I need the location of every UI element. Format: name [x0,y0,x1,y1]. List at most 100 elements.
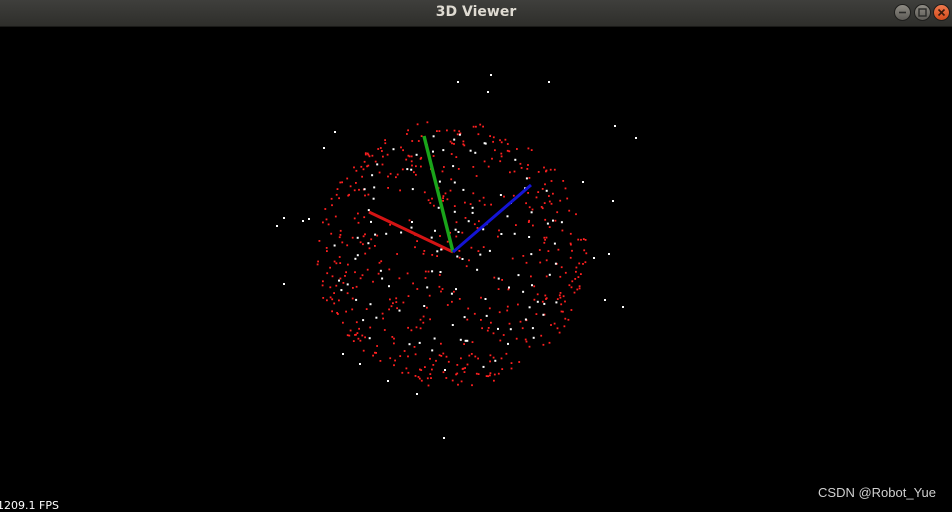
point [424,270,427,273]
point [445,355,448,358]
point [575,213,577,216]
minimize-button[interactable] [894,4,911,21]
point [556,211,559,214]
point [492,332,495,335]
point [584,261,587,264]
point [374,233,377,236]
point [356,332,359,334]
point [451,379,454,382]
point [456,364,459,366]
point [442,149,445,152]
point [498,229,500,232]
point [506,309,509,312]
point [276,225,278,227]
point [493,276,496,279]
point [455,235,458,238]
point [458,250,461,252]
point [324,208,327,210]
point [431,368,433,371]
point [360,165,363,168]
point [355,333,357,336]
point [345,271,347,274]
point [500,357,503,360]
point [433,204,435,207]
point [531,284,533,287]
point [358,327,360,330]
point [443,437,445,439]
point [584,239,587,241]
point [366,152,369,155]
point [461,368,464,370]
point [477,357,479,360]
point [410,155,413,158]
point [388,308,390,311]
point [524,318,527,321]
point [338,299,340,302]
point [505,352,508,355]
point [477,250,480,252]
point [608,253,610,255]
point [488,307,491,310]
point [548,195,550,197]
point [406,272,409,275]
point [365,308,368,310]
point [385,232,388,235]
point [283,283,285,285]
3d-viewport[interactable]: 1209.1 FPS CSDN @Robot_Yue [0,27,952,512]
point [351,308,354,311]
point [474,355,477,358]
point [378,171,381,174]
point [533,298,536,301]
point [500,155,503,158]
point [567,318,570,321]
point [363,160,366,163]
point [533,285,536,288]
point [454,228,457,231]
point [427,384,430,387]
point [549,168,552,171]
point [487,327,490,329]
point [455,288,457,291]
viewer-window: 3D Viewer 1209.1 FPS CSDN @Robot_Yue [0,0,952,512]
point [487,91,489,93]
point [318,240,321,242]
point [334,215,337,218]
point [604,299,606,301]
window-title: 3D Viewer [435,4,517,20]
point [335,262,338,265]
title-bar[interactable]: 3D Viewer [0,0,952,27]
point [478,220,480,223]
point [420,165,422,168]
point [331,298,334,301]
point [354,257,357,260]
point [489,372,492,375]
point [426,121,429,124]
point-cloud-scene[interactable] [0,27,952,509]
point [383,329,386,331]
point [494,149,496,152]
point [463,316,466,319]
point [351,236,354,239]
point [509,171,511,174]
point [563,325,566,328]
point [571,249,573,252]
point [377,148,380,150]
point [564,271,567,274]
point [321,284,324,287]
point [476,268,479,271]
point [450,292,453,295]
point [497,235,499,238]
point [580,273,582,275]
point [410,329,413,332]
point [554,262,557,265]
point [367,164,370,167]
point [548,273,551,276]
point [335,193,338,196]
point [364,252,367,255]
point [561,229,564,232]
point [368,155,371,158]
close-button[interactable] [933,4,950,21]
point [440,342,442,345]
maximize-button[interactable] [914,4,931,21]
point [362,319,365,322]
